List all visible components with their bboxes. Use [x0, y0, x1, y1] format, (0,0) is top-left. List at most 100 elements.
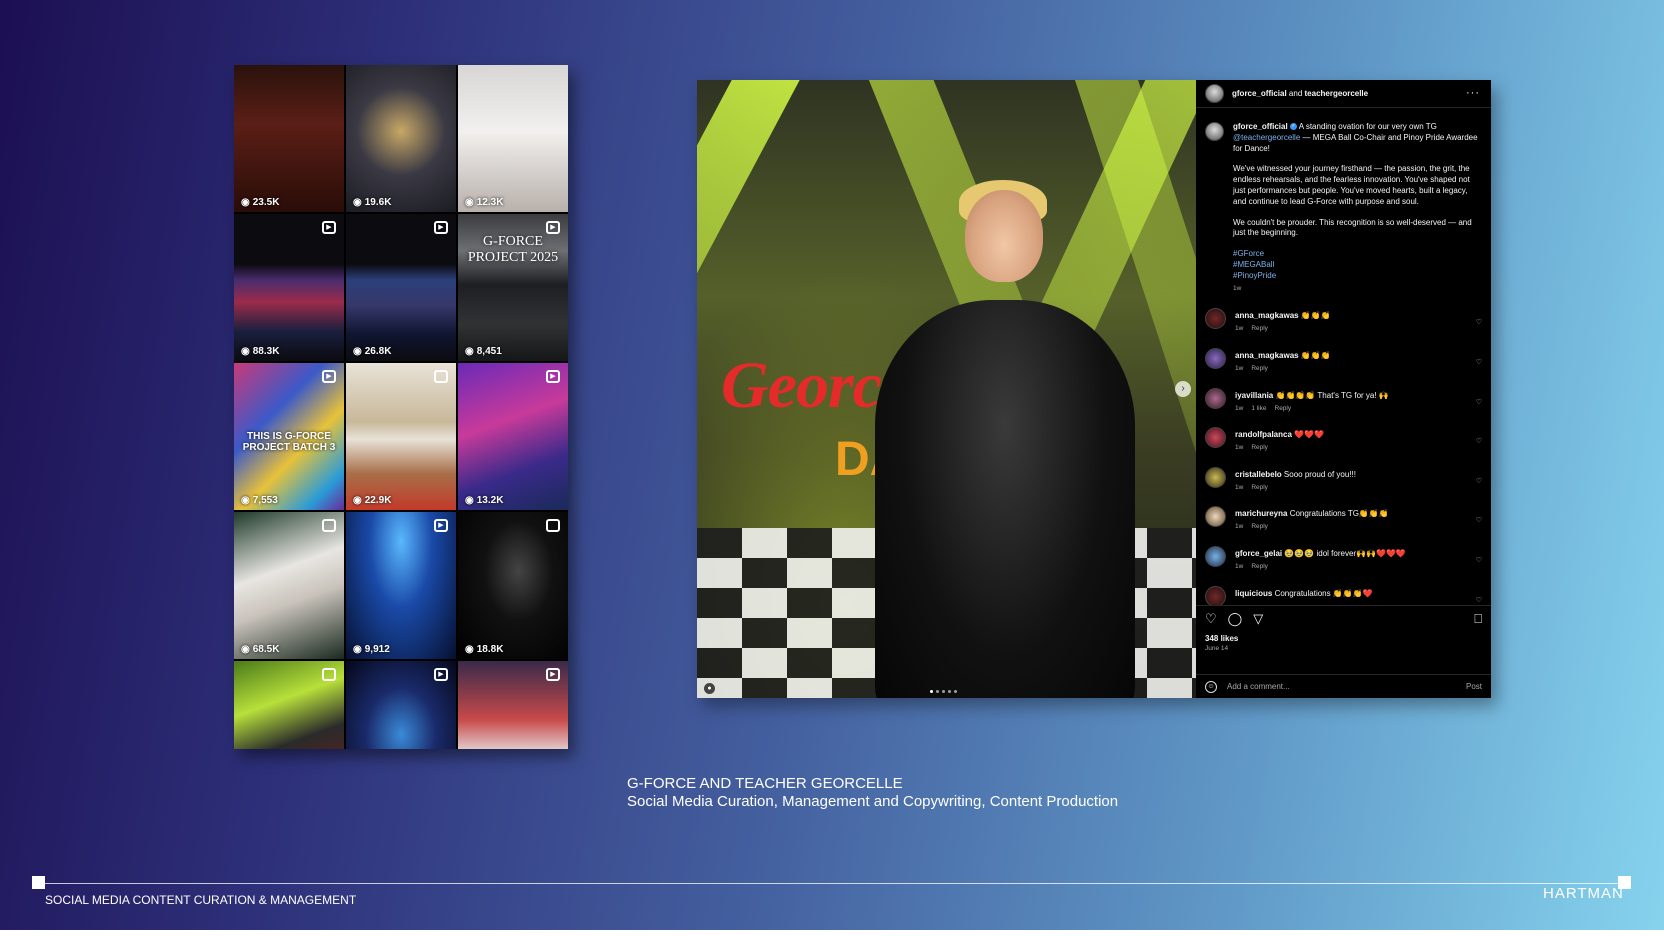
- grid-tile[interactable]: ◉ 22.9K: [346, 363, 456, 510]
- avatar[interactable]: [1205, 122, 1224, 141]
- save-bookmark-icon[interactable]: ⎕: [1474, 611, 1482, 627]
- comment-meta: 1w Reply: [1235, 563, 1406, 570]
- grid-tile[interactable]: ▶ ◉ 9,912: [346, 512, 456, 659]
- comment-reply[interactable]: Reply: [1251, 523, 1268, 530]
- tagged-user-icon[interactable]: ●: [704, 683, 715, 694]
- hashtag-link[interactable]: #GForce: [1233, 249, 1478, 260]
- comment-like-heart-icon[interactable]: ♡: [1476, 596, 1482, 604]
- grid-tile[interactable]: ◉ 12.3K: [458, 65, 568, 212]
- comment-reply[interactable]: Reply: [1251, 484, 1268, 491]
- tile-overlay-title: G-FORCE PROJECT 2025: [467, 234, 559, 265]
- grid-tile[interactable]: ▶: [346, 661, 456, 749]
- tile-view-count: ◉ 26.8K: [353, 346, 391, 357]
- caption-time: 1w: [1233, 284, 1242, 292]
- comment-username[interactable]: liquicious: [1235, 589, 1272, 598]
- add-comment-bar: ☺ Add a comment... Post: [1196, 674, 1491, 698]
- grid-tile[interactable]: ◉ 18.8K: [458, 512, 568, 659]
- tile-view-count: ◉ 19.6K: [353, 197, 391, 208]
- post-date: June 14: [1205, 645, 1229, 652]
- avatar[interactable]: [1205, 506, 1226, 528]
- comment-like-heart-icon[interactable]: ♡: [1476, 477, 1482, 485]
- post-sidebar: gforce_official and teachergeorcelle ···…: [1196, 80, 1491, 698]
- comment-reply[interactable]: Reply: [1275, 405, 1292, 412]
- add-comment-input[interactable]: Add a comment...: [1227, 682, 1290, 691]
- action-row: ♡ ◯ ▽ ⎕: [1196, 606, 1491, 632]
- avatar[interactable]: [1205, 585, 1226, 607]
- comment-username[interactable]: cristallebelo: [1235, 470, 1282, 479]
- eye-icon: ◉: [465, 644, 474, 655]
- avatar[interactable]: [1205, 387, 1226, 409]
- grid-tile[interactable]: ◉ 68.5K: [234, 512, 344, 659]
- comment-username[interactable]: marichureyna: [1235, 509, 1287, 518]
- share-send-icon[interactable]: ▽: [1253, 611, 1263, 627]
- comment-like-heart-icon[interactable]: ♡: [1476, 516, 1482, 524]
- grid-tile[interactable]: ▶: [458, 661, 568, 749]
- comment-time: 1w: [1235, 562, 1244, 570]
- comment-username[interactable]: gforce_gelai: [1235, 549, 1282, 558]
- comment-username[interactable]: iyavillania: [1235, 391, 1273, 400]
- post-header: gforce_official and teachergeorcelle ···: [1196, 80, 1491, 108]
- eye-icon: ◉: [465, 495, 474, 506]
- next-photo-icon[interactable]: ›: [1175, 381, 1191, 397]
- comment-username[interactable]: anna_magkawas: [1235, 351, 1299, 360]
- comment-meta: 1w Reply: [1235, 484, 1356, 491]
- comment-meta: 1w 1 like Reply: [1235, 405, 1389, 412]
- comment-like-heart-icon[interactable]: ♡: [1476, 318, 1482, 326]
- collaborator-username[interactable]: teachergeorcelle: [1305, 89, 1369, 98]
- emoji-icon[interactable]: ☺: [1205, 680, 1217, 693]
- caption-para-3: We couldn't be prouder. This recognition…: [1233, 217, 1472, 238]
- project-title: G-FORCE AND TEACHER GEORCELLE: [627, 775, 903, 792]
- caption-username[interactable]: gforce_official: [1233, 122, 1288, 131]
- comment-like-heart-icon[interactable]: ♡: [1476, 398, 1482, 406]
- avatar[interactable]: [1205, 308, 1226, 330]
- comment-username[interactable]: randolfpalanca: [1235, 430, 1292, 439]
- grid-tile[interactable]: ◉ 23.5K: [234, 65, 344, 212]
- carousel-icon: [322, 519, 336, 532]
- comment-line: anna_magkawas 👏👏👏: [1235, 351, 1331, 360]
- comment-like-heart-icon[interactable]: ♡: [1476, 358, 1482, 366]
- hashtag-link[interactable]: #MEGABall: [1233, 260, 1478, 271]
- grid-tile[interactable]: ▶ ◉ 88.3K: [234, 214, 344, 361]
- avatar[interactable]: [1205, 545, 1226, 567]
- avatar[interactable]: [1205, 466, 1226, 488]
- avatar[interactable]: [1205, 84, 1224, 103]
- grid-tile[interactable]: ▶ ◉ 13.2K: [458, 363, 568, 510]
- comment-reply[interactable]: Reply: [1251, 563, 1268, 570]
- avatar[interactable]: [1205, 427, 1226, 449]
- view-count-value: 19.6K: [364, 197, 392, 208]
- grid-tile[interactable]: ◉ 19.6K: [346, 65, 456, 212]
- avatar[interactable]: [1205, 347, 1226, 369]
- reel-icon: ▶: [322, 370, 336, 383]
- grid-tile[interactable]: [234, 661, 344, 749]
- post-photo[interactable]: Georce DA › ●: [697, 80, 1196, 698]
- tile-view-count: ◉ 13.2K: [465, 495, 503, 506]
- comment-reply[interactable]: Reply: [1251, 325, 1268, 332]
- comment-text: 👏👏👏: [1300, 350, 1331, 360]
- like-heart-icon[interactable]: ♡: [1205, 611, 1217, 627]
- eye-icon: ◉: [241, 644, 250, 655]
- comment-like-heart-icon[interactable]: ♡: [1476, 437, 1482, 445]
- comment-reply[interactable]: Reply: [1251, 365, 1268, 372]
- comment-likes[interactable]: 1 like: [1251, 405, 1266, 412]
- grid-tile[interactable]: THIS IS G-FORCE PROJECT BATCH 3 ▶ ◉ 7,553: [234, 363, 344, 510]
- tile-view-count: ◉ 7,553: [241, 495, 278, 506]
- likes-count[interactable]: 348 likes: [1196, 632, 1491, 643]
- tile-view-count: ◉ 23.5K: [241, 197, 279, 208]
- author-username[interactable]: gforce_official: [1232, 89, 1287, 98]
- and-text: and: [1288, 89, 1303, 98]
- comment-line: marichureyna Congratulations TG👏👏👏: [1235, 509, 1389, 518]
- comment-like-heart-icon[interactable]: ♡: [1476, 556, 1482, 564]
- eye-icon: ◉: [353, 346, 362, 357]
- comment-time: 1w: [1235, 404, 1244, 412]
- mention-link[interactable]: @teachergeorcelle: [1233, 133, 1300, 142]
- comment-bubble-icon[interactable]: ◯: [1228, 611, 1243, 627]
- grid-tile[interactable]: ▶ ◉ 26.8K: [346, 214, 456, 361]
- grid-tile[interactable]: G-FORCE PROJECT 2025 ▶ ◉ 8,451: [458, 214, 568, 361]
- hashtag-link[interactable]: #PinoyPride: [1233, 271, 1478, 282]
- more-options-icon[interactable]: ···: [1466, 87, 1480, 99]
- comment-username[interactable]: anna_magkawas: [1235, 311, 1299, 320]
- reel-icon: ▶: [434, 221, 448, 234]
- comment-text: Sooo proud of you!!!: [1283, 469, 1356, 479]
- comment-reply[interactable]: Reply: [1251, 444, 1268, 451]
- post-comment-button[interactable]: Post: [1466, 682, 1482, 691]
